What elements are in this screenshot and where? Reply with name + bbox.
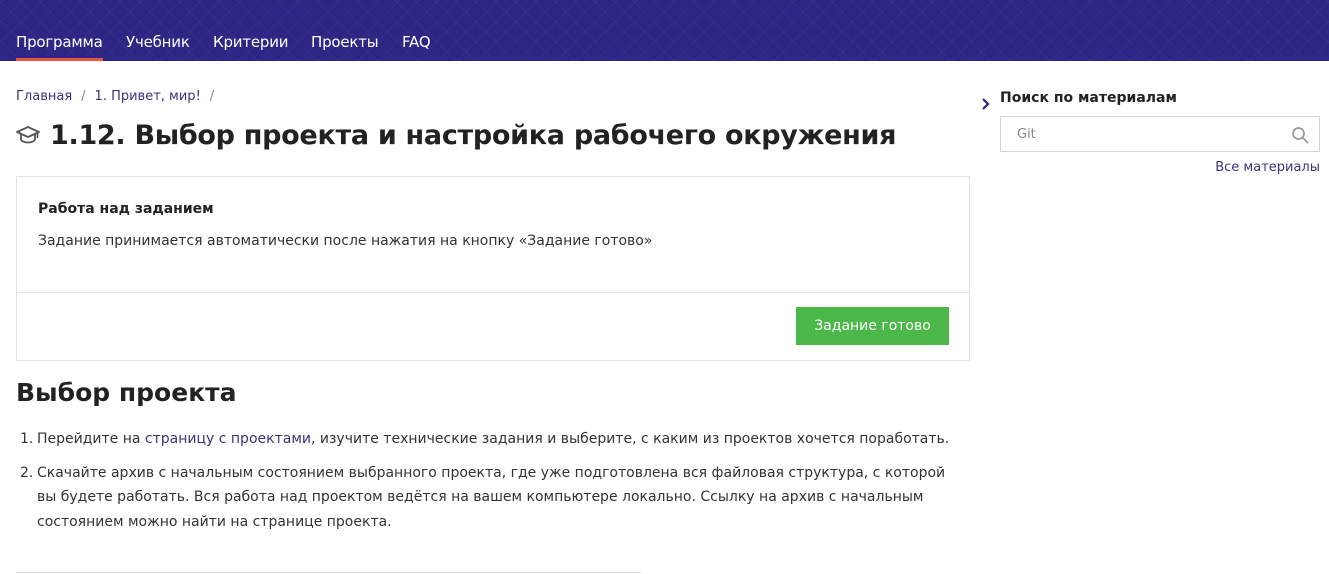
- top-navigation: Программа Учебник Критерии Проекты FAQ: [0, 0, 1329, 61]
- task-card: Работа над заданием Задание принимается …: [16, 176, 970, 361]
- search-heading: Поиск по материалам: [1000, 90, 1177, 106]
- list-item: 1. Перейдите на страницу с проектами, из…: [20, 427, 950, 452]
- step-text-line: Скачайте архив с начальным состоянием вы…: [37, 464, 946, 481]
- step-text: , изучите технические задания и выберите…: [310, 431, 950, 447]
- divider: [16, 572, 641, 573]
- breadcrumb: Главная / 1. Привет, мир! /: [16, 89, 223, 104]
- chevron-right-icon[interactable]: [981, 97, 991, 111]
- search-icon[interactable]: [1291, 126, 1309, 144]
- projects-page-link[interactable]: страницу с проектами: [145, 431, 311, 447]
- list-item-number: 2.: [20, 464, 34, 481]
- search-input[interactable]: [1001, 117, 1281, 151]
- search-box: [1000, 116, 1320, 152]
- step-text-line: состоянием можно найти на странице проек…: [37, 513, 392, 530]
- breadcrumb-lesson-link[interactable]: 1. Привет, мир!: [95, 89, 201, 104]
- list-item: 2. Скачайте архив с начальным состоянием…: [20, 461, 950, 535]
- nav-item-projects[interactable]: Проекты: [311, 33, 379, 51]
- section-title: Выбор проекта: [16, 378, 237, 407]
- steps-list: 1. Перейдите на страницу с проектами, из…: [20, 427, 950, 543]
- breadcrumb-separator: /: [81, 89, 86, 104]
- breadcrumb-separator: /: [209, 89, 215, 104]
- nav-item-criteria[interactable]: Критерии: [213, 33, 289, 51]
- page-title: 1.12. Выбор проекта и настройка рабочего…: [50, 120, 897, 151]
- task-description: Задание принимается автоматически после …: [38, 233, 653, 249]
- card-divider: [17, 292, 969, 293]
- list-item-number: 1.: [20, 431, 34, 447]
- step-text: Перейдите на: [37, 431, 145, 447]
- graduation-cap-icon: [16, 126, 40, 144]
- task-done-button[interactable]: Задание готово: [796, 307, 949, 345]
- task-heading: Работа над заданием: [38, 201, 214, 217]
- nav-item-textbook[interactable]: Учебник: [126, 33, 190, 51]
- nav-item-faq[interactable]: FAQ: [402, 33, 431, 51]
- nav-item-program[interactable]: Программа: [16, 33, 103, 61]
- step-text-line: вы будете работать. Вся работа над проек…: [37, 489, 924, 505]
- breadcrumb-home-link[interactable]: Главная: [16, 89, 72, 104]
- all-materials-link[interactable]: Все материалы: [1215, 160, 1320, 175]
